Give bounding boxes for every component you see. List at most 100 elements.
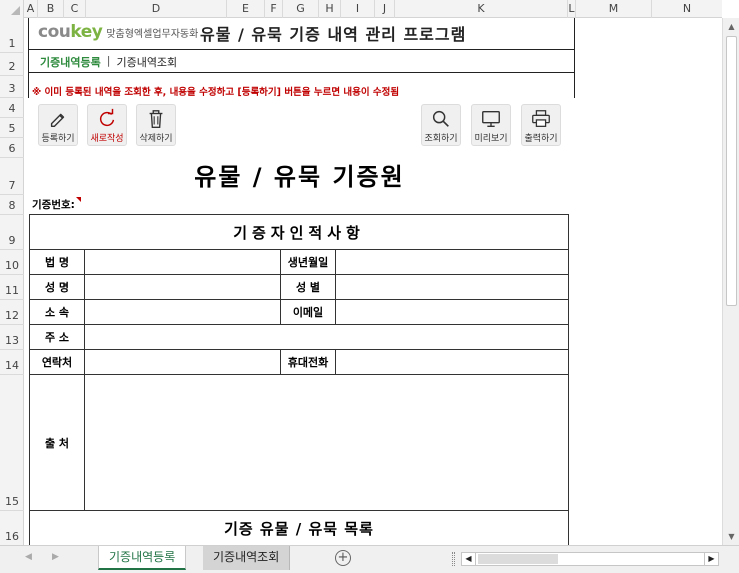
name-label: 성 명 bbox=[29, 274, 85, 300]
preview-button[interactable]: 미리보기 bbox=[471, 104, 511, 146]
row-header-10[interactable]: 10 bbox=[0, 250, 24, 275]
row-header-12[interactable]: 12 bbox=[0, 300, 24, 325]
row-header-8[interactable]: 8 bbox=[0, 195, 24, 215]
scroll-up-icon[interactable]: ▲ bbox=[725, 20, 738, 33]
next-sheet-icon[interactable]: ▶ bbox=[52, 552, 59, 562]
email-cell[interactable] bbox=[335, 299, 569, 325]
nav-divider bbox=[28, 72, 575, 73]
items-section-header: 기증 유물 / 유묵 목록 bbox=[29, 510, 569, 545]
search-button[interactable]: 조회하기 bbox=[421, 104, 461, 146]
printer-icon bbox=[532, 110, 550, 127]
brand: coukey 맞춤형엑셀업무자동화 bbox=[38, 22, 198, 42]
scroll-down-icon[interactable]: ▼ bbox=[725, 530, 738, 543]
address-label: 주 소 bbox=[29, 324, 85, 350]
pencil-icon bbox=[50, 113, 65, 128]
column-header-k[interactable]: K bbox=[395, 0, 568, 18]
column-header-d[interactable]: D bbox=[86, 0, 227, 18]
column-header-c[interactable]: C bbox=[64, 0, 86, 18]
new-button-label: 새로작성 bbox=[90, 134, 124, 144]
prev-sheet-icon[interactable]: ◀ bbox=[25, 552, 32, 562]
corp-name-label: 법 명 bbox=[29, 249, 85, 275]
magnifier-icon bbox=[432, 110, 449, 127]
monitor-icon bbox=[482, 110, 500, 128]
scroll-left-icon[interactable]: ◀ bbox=[462, 553, 476, 565]
column-header-a[interactable]: A bbox=[24, 0, 38, 18]
birthday-cell[interactable] bbox=[335, 249, 569, 275]
tab-split-handle[interactable] bbox=[452, 552, 455, 566]
header-divider bbox=[28, 49, 575, 50]
print-button[interactable]: 출력하기 bbox=[521, 104, 561, 146]
worksheet: coukey 맞춤형엑셀업무자동화 유물 / 유묵 기증 내역 관리 프로그램 … bbox=[24, 18, 722, 545]
name-cell[interactable] bbox=[84, 274, 281, 300]
delete-button[interactable]: 삭제하기 bbox=[136, 104, 176, 146]
column-header-h[interactable]: H bbox=[319, 0, 341, 18]
excel-window: A B C D E F G H I J K L M N 1 2 3 4 5 6 … bbox=[0, 0, 739, 573]
row-header-1[interactable]: 1 bbox=[0, 18, 24, 53]
row-header-15[interactable]: 15 bbox=[0, 375, 24, 511]
affiliation-cell[interactable] bbox=[84, 299, 281, 325]
add-sheet-icon[interactable]: + bbox=[335, 550, 351, 566]
horizontal-scrollbar[interactable]: ◀ ▶ bbox=[461, 552, 719, 566]
column-header-i[interactable]: I bbox=[341, 0, 375, 18]
sheet-tab-search[interactable]: 기증내역조회 bbox=[203, 546, 291, 570]
column-header-n[interactable]: N bbox=[652, 0, 722, 18]
column-header-f[interactable]: F bbox=[265, 0, 283, 18]
nav-search-link[interactable]: 기증내역조회 bbox=[116, 54, 177, 70]
column-header-g[interactable]: G bbox=[283, 0, 319, 18]
sheet-tab-register[interactable]: 기증내역등록 bbox=[98, 546, 187, 570]
affiliation-label: 소 속 bbox=[29, 299, 85, 325]
search-button-label: 조회하기 bbox=[424, 134, 458, 144]
corp-name-cell[interactable] bbox=[84, 249, 281, 275]
coukey-logo: coukey bbox=[38, 22, 103, 42]
refresh-icon bbox=[99, 108, 115, 127]
donor-form-table: 기증자인적사항 법 명 생년월일 성 명 성 별 소 속 이메일 주 소 연락처… bbox=[29, 214, 569, 545]
donor-section-header: 기증자인적사항 bbox=[29, 214, 569, 250]
row-header-5[interactable]: 5 bbox=[0, 118, 24, 138]
nav-register-link[interactable]: 기증내역등록 bbox=[40, 54, 101, 70]
column-header-e[interactable]: E bbox=[227, 0, 265, 18]
row-header-11[interactable]: 11 bbox=[0, 275, 24, 300]
row-header-6[interactable]: 6 bbox=[0, 138, 24, 158]
column-header-b[interactable]: B bbox=[38, 0, 64, 18]
mobile-cell[interactable] bbox=[335, 349, 569, 375]
vertical-scroll-thumb[interactable] bbox=[726, 36, 737, 306]
column-header-j[interactable]: J bbox=[375, 0, 395, 18]
column-header-bar: A B C D E F G H I J K L M N bbox=[0, 0, 722, 18]
horizontal-scroll-thumb[interactable] bbox=[478, 554, 558, 564]
register-button-label: 등록하기 bbox=[41, 134, 75, 144]
row-header-13[interactable]: 13 bbox=[0, 325, 24, 350]
print-button-label: 출력하기 bbox=[524, 134, 558, 144]
row-header-bar: 1 2 3 4 5 6 7 8 9 10 11 12 13 14 15 16 bbox=[0, 18, 24, 545]
row-header-16[interactable]: 16 bbox=[0, 511, 24, 545]
column-header-l[interactable]: L bbox=[568, 0, 576, 18]
app-title: 유물 / 유묵 기증 내역 관리 프로그램 bbox=[200, 25, 467, 44]
preview-button-label: 미리보기 bbox=[474, 134, 508, 144]
row-header-3[interactable]: 3 bbox=[0, 76, 24, 98]
vertical-scrollbar[interactable]: ▲ ▼ bbox=[722, 18, 739, 545]
row-header-2[interactable]: 2 bbox=[0, 53, 24, 76]
form-title: 유물 / 유묵 기증원 bbox=[194, 163, 405, 191]
email-label: 이메일 bbox=[280, 299, 336, 325]
nav-separator: | bbox=[106, 54, 111, 67]
notice-text: ※ 이미 등록된 내역을 조회한 후, 내용을 수정하고 [등록하기] 버튼을 … bbox=[32, 87, 400, 98]
row-header-14[interactable]: 14 bbox=[0, 350, 24, 375]
row-header-7[interactable]: 7 bbox=[0, 158, 24, 195]
trash-icon bbox=[149, 110, 163, 128]
row-header-4[interactable]: 4 bbox=[0, 98, 24, 118]
row-header-9[interactable]: 9 bbox=[0, 215, 24, 250]
address-cell[interactable] bbox=[84, 324, 569, 350]
contact-label: 연락처 bbox=[29, 349, 85, 375]
scroll-right-icon[interactable]: ▶ bbox=[704, 553, 718, 565]
contact-cell[interactable] bbox=[84, 349, 281, 375]
delete-button-label: 삭제하기 bbox=[139, 134, 173, 144]
brand-tagline: 맞춤형엑셀업무자동화 bbox=[106, 29, 199, 40]
select-all-corner[interactable] bbox=[0, 0, 24, 18]
comment-indicator[interactable] bbox=[75, 197, 81, 202]
new-button[interactable]: 새로작성 bbox=[87, 104, 127, 146]
birthday-label: 생년월일 bbox=[280, 249, 336, 275]
source-cell[interactable] bbox=[84, 374, 569, 511]
gender-cell[interactable] bbox=[335, 274, 569, 300]
column-header-m[interactable]: M bbox=[576, 0, 652, 18]
register-button[interactable]: 등록하기 bbox=[38, 104, 78, 146]
mobile-label: 휴대전화 bbox=[280, 349, 336, 375]
